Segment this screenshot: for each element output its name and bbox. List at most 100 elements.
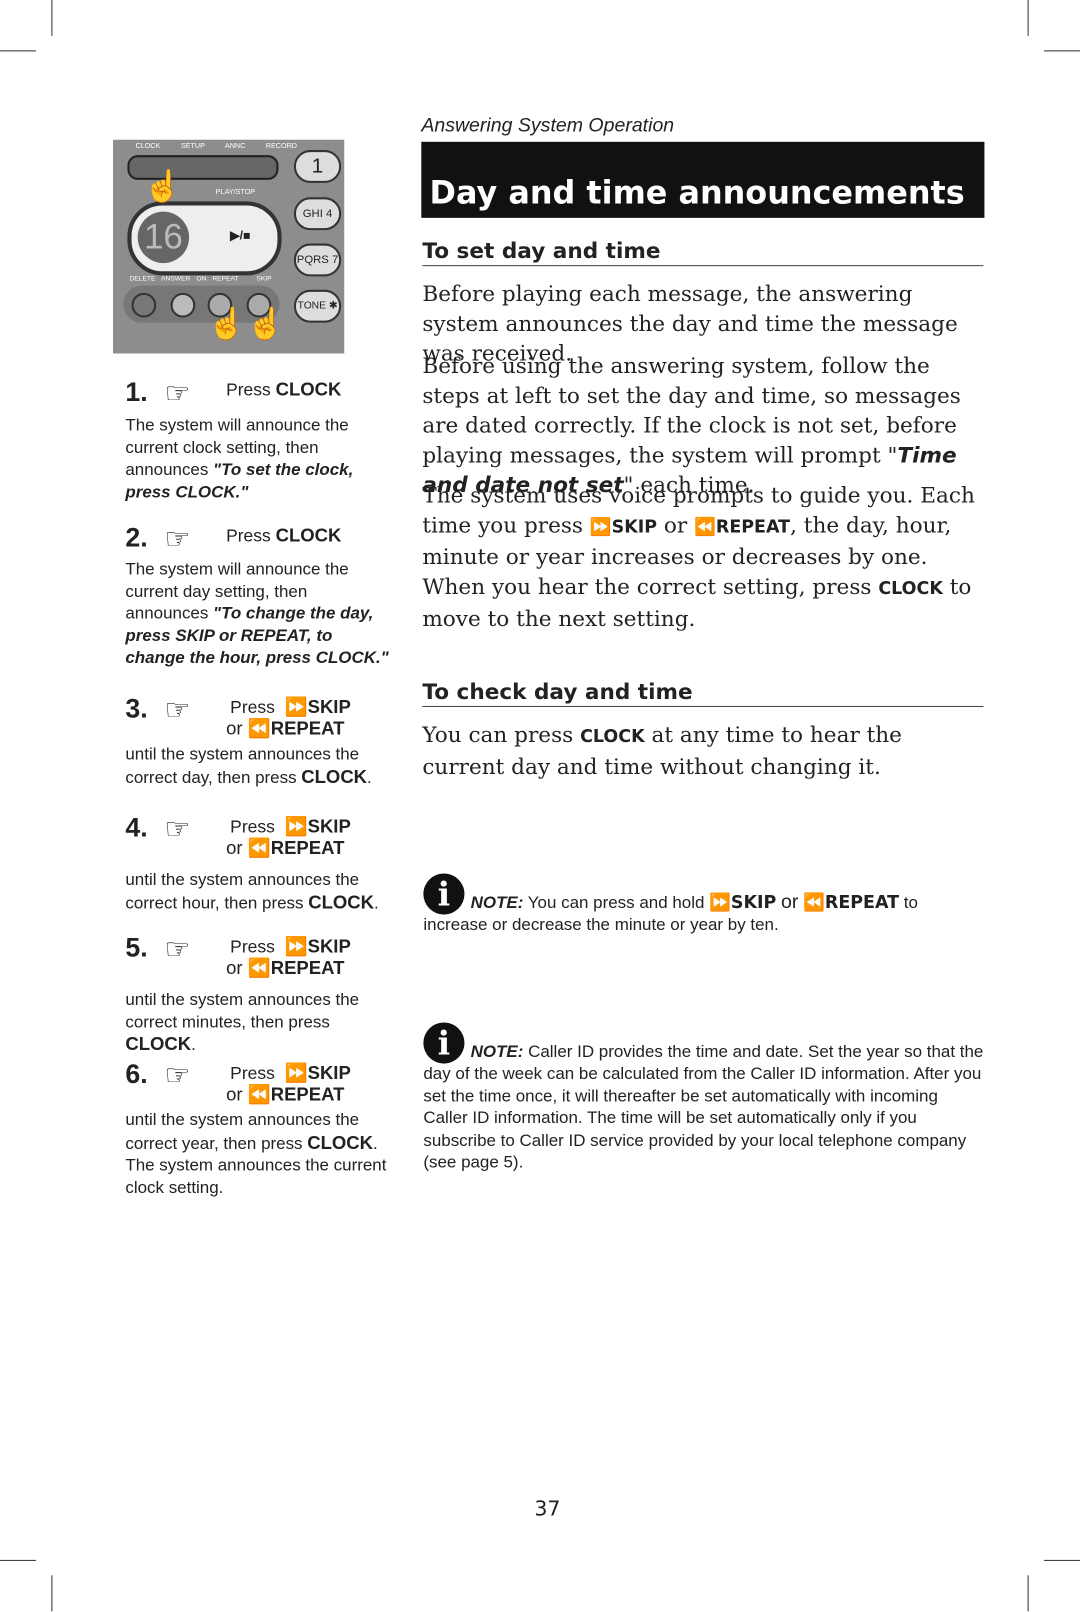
press-label: Press	[230, 937, 275, 957]
step-number: 3.	[125, 692, 148, 724]
clock-key-label: CLOCK	[275, 379, 342, 400]
play-stop-label: PLAY/STOP	[215, 189, 256, 197]
key-1: 1	[293, 150, 342, 183]
skip-key-label: ⏩SKIP	[284, 936, 351, 957]
press-label: Press	[230, 816, 275, 837]
crop-mark	[1027, 0, 1029, 36]
clock-key-label: CLOCK	[125, 1033, 192, 1055]
power-icon	[170, 292, 196, 318]
repeat-key-label: ⏪REPEAT	[803, 892, 900, 914]
skip-key-label: ⏩SKIP	[284, 815, 351, 837]
or-label: or	[226, 718, 243, 739]
page-number: 37	[534, 1496, 561, 1521]
note-caller-id: i NOTE: Caller ID provides the time and d…	[423, 1022, 983, 1174]
press-label: Press	[230, 697, 275, 718]
annc-label: ANNC	[224, 142, 246, 151]
step-number: 6.	[125, 1058, 148, 1090]
pointing-hand-icon: ☞	[164, 1059, 191, 1092]
step-number: 2.	[125, 522, 148, 553]
record-label: RECORD	[265, 142, 297, 151]
pointing-hand-icon: ☞	[164, 933, 191, 965]
note-hold: i NOTE: You can press and hold ⏩SKIP or ⏪…	[423, 873, 983, 936]
key-4: GHI 4	[293, 197, 342, 231]
text: Before using the answering system, follo…	[422, 353, 961, 468]
clock-key-label: CLOCK	[878, 578, 943, 600]
repeat-key-label: ⏪REPEAT	[247, 837, 345, 859]
step-number: 5.	[125, 932, 148, 963]
press-line: Press ⏩SKIP	[230, 936, 351, 958]
crop-mark	[0, 50, 36, 52]
pointing-hand-icon: ☝	[143, 169, 183, 204]
or-line: or ⏪REPEAT	[226, 837, 344, 859]
crop-mark	[1044, 50, 1080, 52]
text: or	[781, 891, 799, 914]
crop-mark	[1027, 1575, 1029, 1612]
skip-key-label: ⏩SKIP	[284, 1062, 351, 1084]
repeat-text: REPEAT	[270, 957, 345, 979]
repeat-key-label: ⏪REPEAT	[247, 1084, 345, 1105]
skip-key-label: ⏩SKIP	[709, 892, 777, 914]
answer-on-label: ANSWER ON	[161, 275, 207, 283]
or-label: or	[226, 837, 243, 859]
repeat-text: REPEAT	[715, 516, 791, 538]
info-icon: i	[423, 873, 465, 915]
skip-text: SKIP	[307, 696, 351, 718]
press-line: Press ⏩SKIP	[230, 697, 351, 719]
skip-text: SKIP	[611, 516, 658, 538]
manual-page: Answering System Operation Day and time …	[0, 0, 1080, 1612]
skip-text: SKIP	[307, 936, 351, 957]
key-7: PQRS 7	[293, 243, 342, 277]
pointing-hand-icon: ☞	[164, 377, 191, 409]
pointing-hand-icon: ☞	[164, 812, 191, 845]
paragraph: You can press CLOCK at any time to hear …	[422, 720, 989, 782]
repeat-text: REPEAT	[270, 718, 345, 739]
info-icon: i	[423, 1022, 465, 1064]
note-label: NOTE:	[470, 1042, 524, 1061]
page-title: Day and time announcements	[429, 174, 965, 212]
repeat-label: REPEAT	[212, 275, 239, 283]
press-label: Press	[226, 380, 271, 400]
pointing-hand-icon: ☝	[246, 307, 286, 342]
or-line: or ⏪REPEAT	[226, 958, 344, 980]
play-stop-icon: ▶/■	[230, 228, 251, 243]
note-label: NOTE:	[470, 893, 524, 912]
setup-label: SETUP	[180, 142, 205, 151]
step-number: 1.	[125, 376, 148, 407]
clock-key-label: CLOCK	[275, 525, 342, 546]
pointing-hand-icon: ☞	[164, 523, 191, 555]
or-line: or ⏪REPEAT	[226, 718, 344, 740]
or-line: or ⏪REPEAT	[226, 1084, 344, 1106]
check-day-time-heading: To check day and time	[422, 679, 984, 707]
skip-text: SKIP	[307, 1062, 351, 1084]
press-line: Press ⏩SKIP	[230, 1063, 351, 1085]
skip-text: SKIP	[307, 815, 351, 837]
repeat-key-label: ⏪REPEAT	[247, 718, 345, 739]
step-text: .	[191, 1035, 196, 1055]
or-label: or	[226, 1084, 243, 1105]
press-label: Press	[230, 1063, 275, 1084]
repeat-key-label: ⏪REPEAT	[247, 957, 345, 979]
delete-label: DELETE	[129, 275, 156, 283]
text: or	[663, 512, 688, 538]
press-line: Press ⏩SKIP	[230, 816, 351, 838]
key-star: TONE ✱	[293, 289, 342, 323]
page-title-banner: Day and time announcements	[421, 141, 985, 218]
clock-key-label: CLOCK	[307, 1131, 374, 1153]
press-label: Press	[226, 526, 271, 546]
skip-key-label: ⏩SKIP	[284, 696, 351, 718]
or-label: or	[226, 957, 243, 979]
crop-mark	[1044, 1559, 1080, 1561]
crop-mark	[0, 1559, 36, 1561]
paragraph: Before using the answering system, follo…	[422, 351, 989, 500]
repeat-text: REPEAT	[270, 1084, 345, 1105]
message-counter: 16	[137, 211, 190, 264]
step-text: .	[373, 893, 379, 912]
clock-label: CLOCK	[135, 142, 161, 151]
step-text: until the system announces the correct m…	[125, 990, 360, 1032]
repeat-key-label: ⏪REPEAT	[694, 516, 791, 538]
text: Caller ID provides the time and date. Se…	[423, 1042, 984, 1172]
section-header: Answering System Operation	[421, 115, 675, 137]
text: You can press	[422, 722, 581, 748]
set-day-time-heading: To set day and time	[422, 238, 984, 267]
clock-key-label: CLOCK	[301, 766, 368, 787]
